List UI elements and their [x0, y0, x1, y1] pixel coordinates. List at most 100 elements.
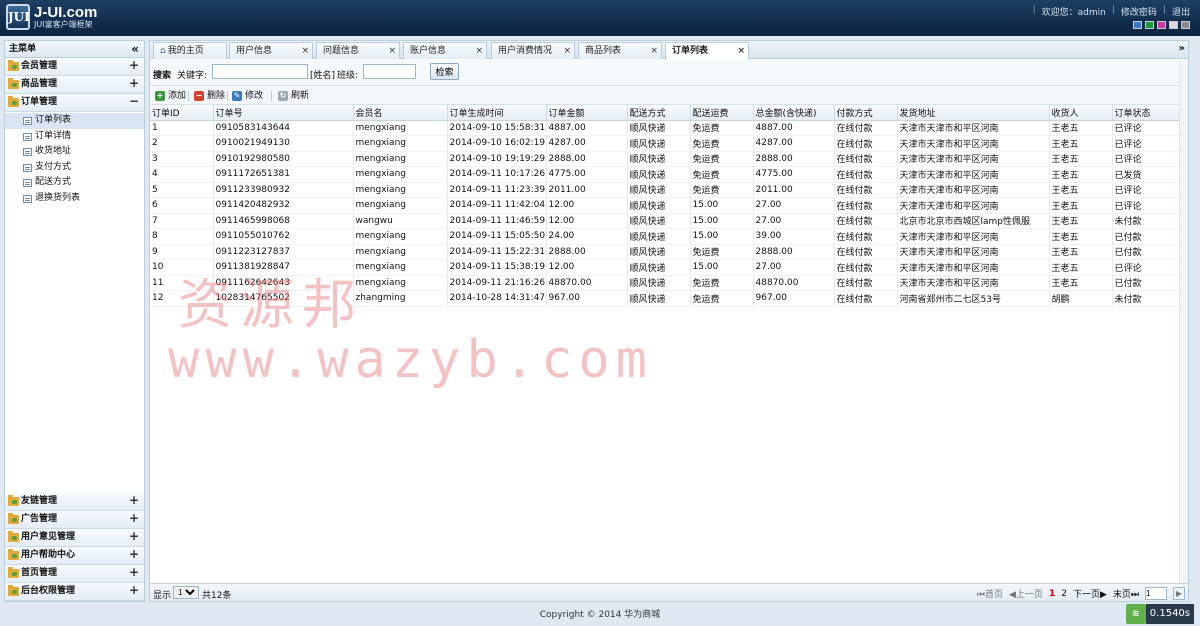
column-header[interactable]: 收货人: [1049, 105, 1113, 121]
collapse-sidebar-icon[interactable]: «: [131, 41, 139, 58]
sidebar-sub-item[interactable]: 收货地址: [5, 144, 144, 160]
table-cell: 已付款: [1112, 228, 1181, 245]
column-header[interactable]: 配送方式: [627, 105, 691, 121]
table-header-row: 订单ID 订单号 会员名 订单生成时间 订单金额 配送方式 配送运费 总金额(含快递) 付款方式…: [150, 105, 1181, 121]
sidebar-sub-item[interactable]: 退换货列表: [5, 191, 144, 207]
column-header[interactable]: 会员名: [353, 105, 448, 121]
tab-more-icon[interactable]: »: [1179, 43, 1185, 54]
next-page-link[interactable]: 下一页▶: [1073, 587, 1107, 600]
close-tab-icon[interactable]: ×: [650, 43, 658, 59]
table-row[interactable]: 6 0911420482932 mengxiang 2014-09-11 11:42:…: [150, 197, 1181, 214]
table-row[interactable]: 4 0911172651381 mengxiang 2014-09-11 10:17:…: [150, 166, 1181, 183]
page-2-link[interactable]: 2: [1061, 589, 1067, 599]
tab-3[interactable]: 问题信息 ×: [316, 42, 400, 59]
expand-toggle-icon[interactable]: +: [129, 75, 139, 92]
table-row[interactable]: 10 0911381928847 mengxiang 2014-09-11 15:38…: [150, 259, 1181, 276]
close-tab-icon[interactable]: ×: [301, 43, 309, 59]
table-cell: mengxiang: [353, 259, 448, 276]
table-cell: 顺风快递: [627, 213, 691, 229]
search-button[interactable]: 检索: [430, 63, 459, 80]
keyword-label: 关键字:: [177, 71, 208, 81]
table-cell: mengxiang: [353, 135, 448, 152]
expand-toggle-icon[interactable]: −: [129, 93, 139, 110]
add-button[interactable]: + 添加: [153, 90, 186, 103]
page-size-select[interactable]: 10: [173, 586, 199, 599]
jump-page-input[interactable]: [1145, 587, 1167, 600]
theme-swatch-5[interactable]: [1181, 21, 1190, 29]
sidebar-group[interactable]: 友链管理 +: [5, 493, 144, 511]
table-cell: 已发货: [1112, 166, 1181, 183]
close-tab-icon[interactable]: ×: [388, 43, 396, 59]
table-row[interactable]: 9 0911223127837 mengxiang 2014-09-11 15:22:…: [150, 244, 1181, 260]
tab-5[interactable]: 用户消费情况 ×: [491, 42, 575, 59]
sidebar-sub-item[interactable]: 配送方式: [5, 175, 144, 191]
tab-7[interactable]: 订单列表 ×: [665, 42, 749, 60]
expand-toggle-icon[interactable]: +: [129, 528, 139, 545]
sidebar-sub-item[interactable]: 支付方式: [5, 160, 144, 176]
table-row[interactable]: 5 0911233980932 mengxiang 2014-09-11 11:23:…: [150, 182, 1181, 198]
theme-swatch-2[interactable]: [1145, 21, 1154, 29]
refresh-button[interactable]: ↻ 刷新: [276, 90, 309, 103]
table-row[interactable]: 11 0911162642643 mengxiang 2014-09-11 21:16…: [150, 275, 1181, 291]
close-tab-icon[interactable]: ×: [563, 43, 571, 59]
first-page-link[interactable]: ⏮首页: [977, 587, 1003, 600]
column-header[interactable]: 发货地址: [897, 105, 1050, 121]
sidebar-group[interactable]: 用户帮助中心 +: [5, 547, 144, 565]
column-header[interactable]: 订单号: [213, 105, 354, 121]
expand-toggle-icon[interactable]: +: [129, 564, 139, 581]
sidebar-group[interactable]: 商品管理 +: [5, 76, 144, 94]
table-row[interactable]: 8 0911055010762 mengxiang 2014-09-11 15:05:…: [150, 228, 1181, 245]
table-cell: 2014-09-11 11:46:59: [447, 213, 547, 229]
edit-button[interactable]: ✎ 修改: [230, 90, 263, 103]
column-header[interactable]: 配送运费: [690, 105, 754, 121]
table-cell: 王老五: [1049, 275, 1113, 291]
column-header[interactable]: 付款方式: [834, 105, 898, 121]
theme-swatch-4[interactable]: [1169, 21, 1178, 29]
sidebar-group[interactable]: 用户意见管理 +: [5, 529, 144, 547]
delete-button[interactable]: − 删除: [192, 90, 225, 103]
table-row[interactable]: 2 0910021949130 mengxiang 2014-09-10 16:02:…: [150, 135, 1181, 152]
table-cell: 2014-09-11 21:16:26: [447, 275, 547, 291]
sidebar-group[interactable]: 订单管理 −: [5, 94, 144, 112]
sidebar-sub-item[interactable]: 订单详情: [5, 129, 144, 145]
theme-swatch-1[interactable]: [1133, 21, 1142, 29]
sidebar-group[interactable]: 首页管理 +: [5, 565, 144, 583]
table-cell: 15.00: [690, 213, 754, 229]
sidebar-group[interactable]: 广告管理 +: [5, 511, 144, 529]
expand-toggle-icon[interactable]: +: [129, 546, 139, 563]
expand-toggle-icon[interactable]: +: [129, 510, 139, 527]
last-page-link[interactable]: 末页⏭: [1113, 587, 1139, 600]
close-tab-icon[interactable]: ×: [737, 43, 745, 59]
sidebar-group-label: 友链管理: [21, 496, 58, 506]
logout-link[interactable]: 退出: [1172, 5, 1190, 18]
prev-page-link[interactable]: ◀上一页: [1009, 587, 1043, 600]
close-tab-icon[interactable]: ×: [475, 43, 483, 59]
theme-swatch-3[interactable]: [1157, 21, 1166, 29]
table-cell: 在线付款: [834, 182, 898, 198]
expand-toggle-icon[interactable]: +: [129, 582, 139, 599]
expand-toggle-icon[interactable]: +: [129, 492, 139, 509]
tab-4[interactable]: 账户信息 ×: [403, 42, 487, 59]
column-header[interactable]: 订单生成时间: [447, 105, 547, 121]
column-header[interactable]: 订单状态: [1112, 105, 1181, 121]
sidebar-group[interactable]: 会员管理 +: [5, 58, 144, 76]
expand-toggle-icon[interactable]: +: [129, 57, 139, 74]
column-header[interactable]: 订单ID: [150, 105, 214, 121]
keyword-input[interactable]: [212, 64, 308, 79]
sidebar-sub-item[interactable]: 订单列表: [5, 113, 144, 129]
table-row[interactable]: 1 0910583143644 mengxiang 2014-09-10 15:58:…: [150, 120, 1181, 136]
table-row[interactable]: 3 0910192980580 mengxiang 2014-09-10 19:19:…: [150, 151, 1181, 167]
tab-6[interactable]: 商品列表 ×: [578, 42, 662, 59]
column-header[interactable]: 总金额(含快递): [753, 105, 835, 121]
tab-1[interactable]: ⌂ 我的主页: [153, 42, 227, 59]
vertical-scrollbar[interactable]: [1179, 60, 1188, 584]
change-password-link[interactable]: 修改密码: [1121, 5, 1157, 18]
sidebar-group[interactable]: 后台权限管理 +: [5, 583, 144, 601]
table-row[interactable]: 7 0911465998068 wangwu 2014-09-11 11:46:59 1…: [150, 213, 1181, 229]
jump-go-icon[interactable]: ▶: [1173, 587, 1185, 600]
table-row[interactable]: 12 1028314765502 zhangming 2014-10-28 14:31…: [150, 290, 1181, 307]
class-input[interactable]: [363, 64, 416, 79]
column-header[interactable]: 订单金额: [546, 105, 628, 121]
document-icon: [23, 163, 32, 172]
tab-2[interactable]: 用户信息 ×: [229, 42, 313, 59]
